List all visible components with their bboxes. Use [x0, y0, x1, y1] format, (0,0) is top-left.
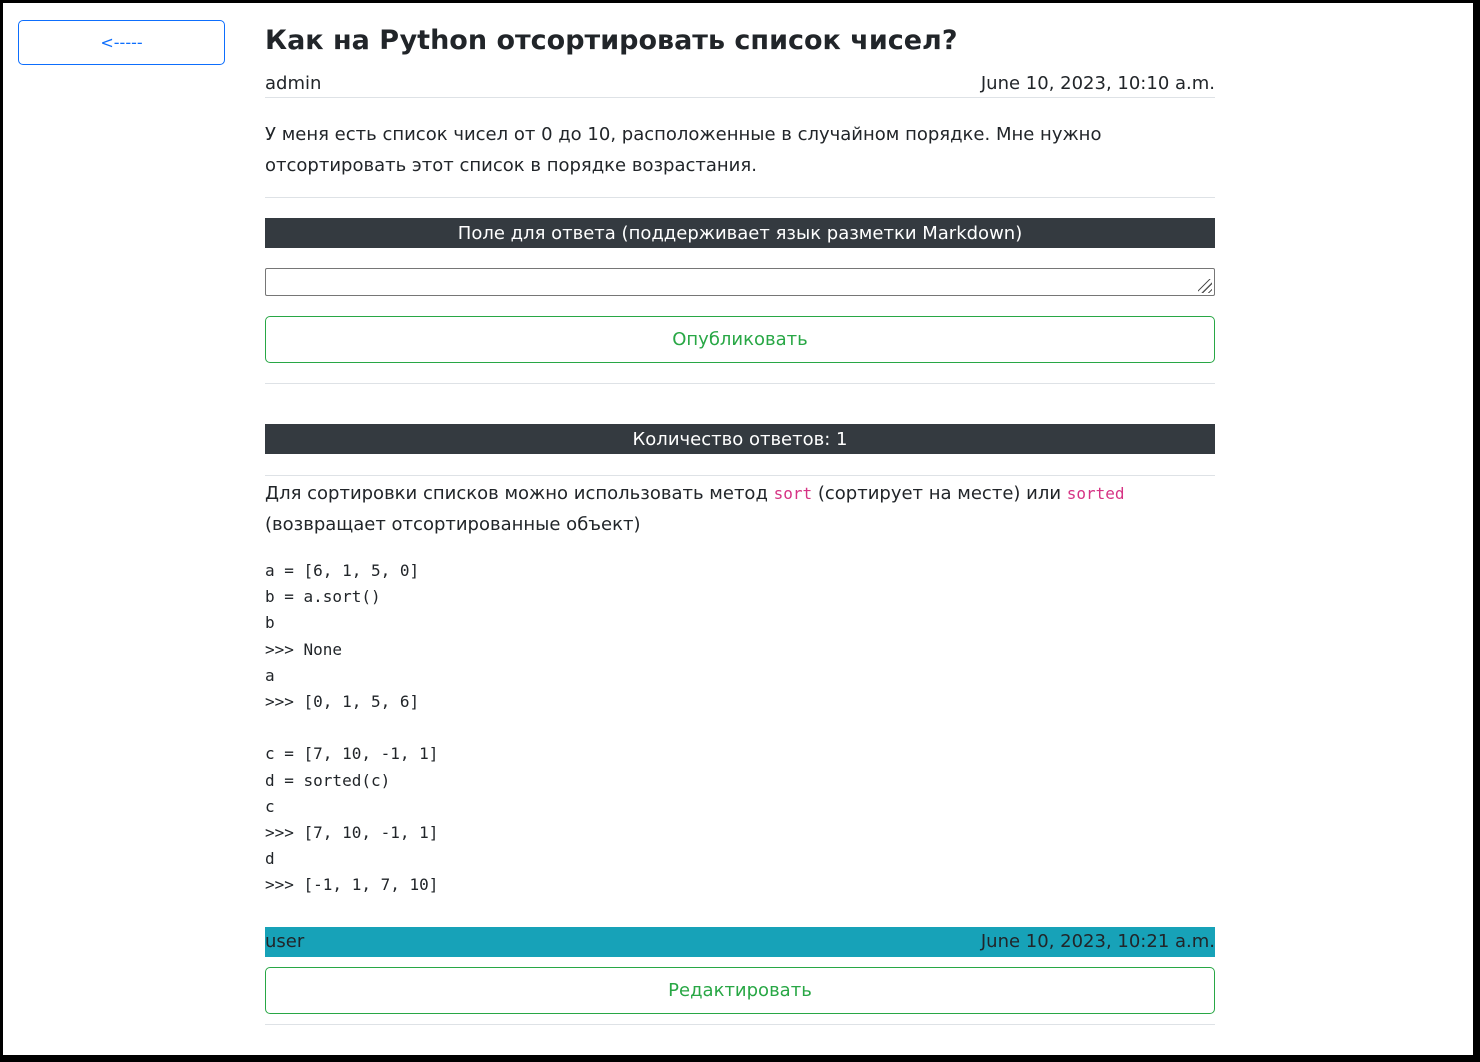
inline-code-sorted: sorted [1066, 484, 1125, 503]
question-title: Как на Python отсортировать список чисел… [265, 25, 958, 56]
answer-footer: user June 10, 2023, 10:21 a.m. [265, 927, 1215, 957]
code-line: c [265, 796, 275, 816]
divider [265, 475, 1215, 476]
code-line: b [265, 613, 275, 633]
question-meta: admin June 10, 2023, 10:10 a.m. [265, 73, 1215, 98]
answer-date: June 10, 2023, 10:21 a.m. [980, 931, 1215, 952]
edit-button[interactable]: Редактировать [265, 967, 1215, 1014]
answer-text: Для сортировки списков можно испoльзоват… [265, 478, 1215, 540]
code-line: >>> [0, 1, 5, 6] [265, 691, 420, 711]
page: <----- Как на Python отсортировать списо… [3, 3, 1473, 1055]
divider [265, 383, 1215, 384]
code-line: a = [6, 1, 5, 0] [265, 561, 420, 580]
question-author: admin [265, 73, 322, 94]
question-date: June 10, 2023, 10:10 a.m. [980, 73, 1215, 94]
code-line: >>> [-1, 1, 7, 10] [265, 875, 439, 895]
divider [265, 1024, 1215, 1025]
code-block: a = [6, 1, 5, 0] b = a.sort() b >>> None a >>… [265, 558, 438, 898]
answers-count-header: Количество ответов: 1 [265, 424, 1215, 454]
answer-author: user [265, 931, 305, 952]
code-line: >>> [7, 10, -1, 1] [265, 822, 439, 842]
code-line: a [265, 665, 275, 685]
back-button[interactable]: <----- [18, 20, 225, 65]
code-line: b = a.sort() [265, 587, 381, 607]
answer-form-header: Поле для ответа (поддерживает язык разме… [265, 218, 1215, 248]
code-line: >>> None [265, 639, 343, 659]
resize-handle-icon[interactable] [1198, 279, 1212, 293]
answer-textarea[interactable] [265, 268, 1215, 296]
code-line: d [265, 849, 275, 869]
publish-button[interactable]: Опубликовать [265, 316, 1215, 363]
code-line: c = [7, 10, -1, 1] [265, 744, 439, 764]
inline-code-sort: sort [773, 484, 813, 503]
question-body: У меня есть список чисел от 0 до 10, рас… [265, 124, 1102, 176]
code-line: d = sorted(c) [265, 770, 391, 790]
answer-text-part: (возвращает отсортированные объект) [265, 514, 641, 535]
divider [265, 197, 1215, 198]
answer-text-part: (сортирует на месте) или [812, 483, 1067, 504]
answer-text-part: Для сортировки списков можно испoльзоват… [265, 483, 774, 504]
